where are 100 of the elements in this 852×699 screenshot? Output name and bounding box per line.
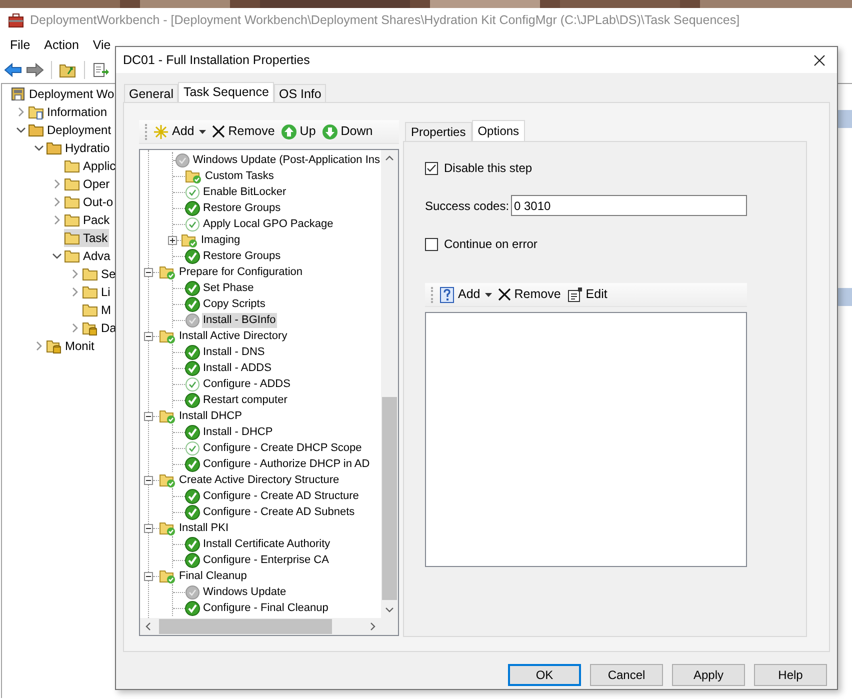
collapse-icon[interactable] (144, 412, 153, 420)
tree-item[interactable]: Configure - Final Cleanup (202, 600, 330, 616)
tree-item[interactable]: Adva (64, 247, 112, 265)
vertical-scrollbar[interactable] (381, 150, 398, 618)
tree-item[interactable]: Pack (64, 211, 111, 229)
checkbox[interactable]: Disable this step (425, 159, 806, 177)
sparkle-icon (153, 124, 169, 140)
tree-item[interactable]: Configure - Create DHCP Scope (202, 440, 363, 456)
tree-item[interactable]: Set Phase (202, 280, 255, 296)
tree-item[interactable]: Configure - Create AD Structure (202, 488, 360, 504)
success-codes-field[interactable]: 0 3010 (511, 195, 747, 216)
chevron-right-icon[interactable] (52, 197, 62, 207)
tree-item[interactable]: Prepare for Configuration (178, 264, 304, 280)
tree-item[interactable]: Deployment (28, 121, 112, 139)
tree-item[interactable]: M (82, 301, 112, 319)
chevron-down-icon[interactable] (52, 251, 62, 261)
tab[interactable]: OS Info (274, 84, 326, 102)
tree-item[interactable]: Restore Groups (202, 200, 282, 216)
chevron-right-icon[interactable] (70, 323, 80, 333)
folder-info-icon (28, 104, 44, 120)
chevron-down-icon[interactable] (16, 125, 26, 135)
expand-icon[interactable] (168, 236, 177, 244)
tree-item[interactable]: Configure - ADDS (202, 376, 292, 392)
checkbox-box[interactable] (425, 238, 438, 250)
tree-item[interactable]: Configure - Create AD Subnets (202, 504, 356, 520)
tree-item[interactable]: Imaging (200, 232, 242, 248)
collapse-icon[interactable] (144, 332, 153, 340)
export-icon[interactable] (92, 62, 110, 78)
forward-arrow-icon[interactable] (26, 62, 44, 78)
toolbar-button[interactable]: Add (439, 285, 492, 304)
tree-item[interactable]: Se (82, 265, 117, 283)
tree-item[interactable]: Install Certificate Authority (202, 536, 332, 552)
tree-item[interactable]: Oper (64, 175, 111, 193)
tree-item[interactable]: Restart computer (202, 392, 288, 408)
chevron-right-icon[interactable] (70, 287, 80, 297)
tree-item[interactable]: Configure - Enterprise CA (202, 552, 330, 568)
tree-item[interactable]: Final Cleanup (178, 568, 248, 584)
horizontal-scrollbar[interactable] (140, 618, 398, 635)
tree-item[interactable]: Information (28, 103, 108, 121)
tree-item[interactable]: Deployment Wo (10, 85, 116, 103)
dialog-button[interactable]: OK (508, 664, 581, 686)
tree-item[interactable]: Restore Groups (202, 248, 282, 264)
toolbar-button[interactable]: Add (153, 122, 206, 141)
question-mark-icon (439, 286, 455, 304)
close-icon[interactable] (814, 54, 825, 66)
checkbox[interactable]: Continue on error (425, 235, 806, 253)
chevron-right-icon[interactable] (16, 107, 26, 117)
folder-up-icon[interactable] (59, 62, 77, 78)
folder-check-icon (159, 408, 176, 424)
chevron-right-icon[interactable] (70, 269, 80, 279)
scroll-thumb[interactable] (159, 619, 332, 634)
folder-check-icon (181, 232, 198, 248)
tree-item[interactable]: Install - DNS (202, 344, 266, 360)
tree-item[interactable]: Hydratio (46, 139, 111, 157)
dialog-button[interactable]: Help (754, 664, 827, 686)
collapse-icon[interactable] (144, 572, 153, 580)
toolbar-button[interactable]: Edit (566, 285, 608, 304)
collapse-icon[interactable] (144, 268, 153, 276)
scroll-thumb[interactable] (382, 397, 397, 600)
collapse-icon[interactable] (144, 476, 153, 484)
tab[interactable]: Properties (405, 122, 472, 141)
collapse-icon[interactable] (144, 524, 153, 532)
toolbar-button[interactable]: Remove (212, 122, 275, 141)
tree-item[interactable]: Install PKI (178, 520, 230, 536)
tree-item[interactable]: Enable BitLocker (202, 184, 288, 200)
toolbar-button[interactable]: Up (280, 122, 316, 141)
tab[interactable]: General (124, 84, 178, 102)
tree-item[interactable]: Install Active Directory (178, 328, 288, 344)
tree-item[interactable]: Apply Local GPO Package (202, 216, 334, 232)
tree-item[interactable]: Create Active Directory Structure (178, 472, 340, 488)
field-label: Success codes: (425, 198, 510, 214)
checkbox-box[interactable] (425, 162, 438, 174)
folder-icon (82, 302, 98, 318)
tree-item[interactable]: Custom Tasks (204, 168, 275, 184)
tree-item[interactable]: Install - DHCP (202, 424, 274, 440)
tree-item[interactable]: Task (64, 229, 109, 247)
folder-icon (64, 230, 80, 246)
chevron-right-icon[interactable] (34, 341, 44, 351)
menu-item[interactable]: Vie (92, 36, 111, 55)
tree-item[interactable]: Out-o (64, 193, 114, 211)
tree-item[interactable]: Install - ADDS (202, 360, 272, 376)
tree-item[interactable]: Applic (64, 157, 117, 175)
tree-item[interactable]: Install DHCP (178, 408, 243, 424)
tab[interactable]: Task Sequence (178, 82, 274, 102)
toolbar-button[interactable]: Down (322, 122, 373, 141)
menu-item[interactable]: File (10, 36, 30, 55)
tree-item[interactable]: Li (82, 283, 112, 301)
dialog-button[interactable]: Cancel (590, 664, 663, 686)
tree-item[interactable]: Copy Scripts (202, 296, 266, 312)
toolbar-button[interactable]: Remove (498, 285, 561, 304)
tree-item[interactable]: Configure - Authorize DHCP in AD (202, 456, 371, 472)
dialog-button[interactable]: Apply (672, 664, 745, 686)
chevron-right-icon[interactable] (52, 215, 62, 225)
back-arrow-icon[interactable] (4, 62, 22, 78)
menu-item[interactable]: Action (44, 36, 79, 55)
dialog-title: DC01 - Full Installation Properties (123, 52, 310, 69)
chevron-right-icon[interactable] (52, 179, 62, 189)
tree-item[interactable]: Monit (46, 337, 96, 355)
tab[interactable]: Options (472, 120, 526, 141)
chevron-down-icon[interactable] (34, 143, 44, 153)
